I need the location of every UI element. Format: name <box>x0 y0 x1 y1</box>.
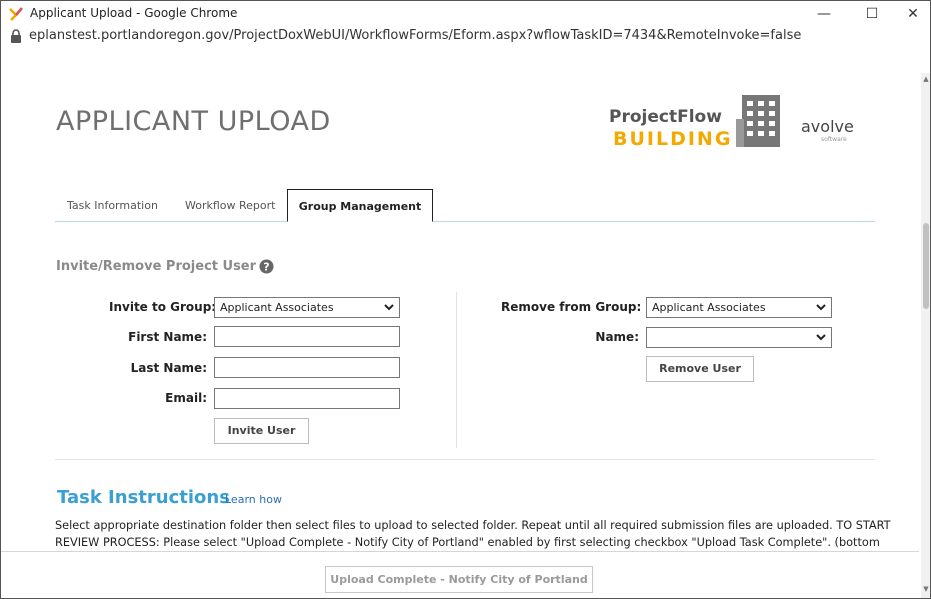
tab-task-information[interactable]: Task Information <box>67 189 158 222</box>
browser-window: Applicant Upload - Google Chrome — ☐ ✕ e… <box>0 0 931 599</box>
title-row: Applicant Upload - Google Chrome — ☐ ✕ <box>1 1 930 25</box>
address-bar[interactable]: eplanstest.portlandoregon.gov/ProjectDox… <box>1 25 930 47</box>
task-instructions-heading: Task Instructions <box>57 487 230 508</box>
first-name-label: First Name: <box>128 330 207 344</box>
avolve-logo: avolve <box>801 117 854 136</box>
section-heading: Invite/Remove Project User <box>56 259 257 274</box>
remove-user-button[interactable]: Remove User <box>646 356 754 382</box>
scroll-thumb[interactable] <box>923 223 929 309</box>
close-button[interactable]: ✕ <box>895 3 930 25</box>
minimize-button[interactable]: — <box>806 3 842 25</box>
help-icon[interactable]: ? <box>259 259 274 274</box>
vertical-scrollbar[interactable]: ▲ ▼ <box>921 73 930 598</box>
footer-bar: Upload Complete - Notify City of Portlan… <box>1 551 919 598</box>
column-divider <box>456 292 457 448</box>
app-icon <box>9 7 23 21</box>
title-bar: Applicant Upload - Google Chrome — ☐ ✕ e… <box>1 1 930 47</box>
svg-text:?: ? <box>263 261 269 274</box>
scroll-down-arrow-icon[interactable]: ▼ <box>921 585 930 595</box>
remove-group-label: Remove from Group: <box>501 300 642 314</box>
building-icon <box>736 95 780 147</box>
name-label: Name: <box>595 330 639 344</box>
window-title: Applicant Upload - Google Chrome <box>30 6 238 20</box>
email-label: Email: <box>165 391 207 405</box>
scroll-up-arrow-icon[interactable]: ▲ <box>921 75 930 85</box>
email-field[interactable] <box>214 388 400 409</box>
invite-group-value: Applicant Associates <box>220 301 334 314</box>
name-select[interactable] <box>646 327 832 348</box>
invite-group-label: Invite to Group: <box>109 300 217 314</box>
invite-group-select[interactable]: Applicant Associates <box>214 297 400 318</box>
section-divider <box>55 459 875 460</box>
first-name-field[interactable] <box>214 326 400 347</box>
last-name-label: Last Name: <box>130 361 207 375</box>
projectflow-logo-text: ProjectFlow <box>609 107 722 127</box>
chevron-down-icon <box>384 304 394 311</box>
invite-user-button[interactable]: Invite User <box>214 418 309 444</box>
learn-how-link[interactable]: Learn how <box>225 493 282 506</box>
chevron-down-icon <box>816 334 826 341</box>
remove-group-select[interactable]: Applicant Associates <box>646 297 832 318</box>
avolve-subtext: software <box>821 136 847 143</box>
tab-bar: Task Information Workflow Report Group M… <box>55 189 875 222</box>
task-instructions-text: Select appropriate destination folder th… <box>55 519 891 549</box>
page-title: APPLICANT UPLOAD <box>56 106 331 137</box>
tab-group-management[interactable]: Group Management <box>287 189 433 222</box>
tab-workflow-report[interactable]: Workflow Report <box>185 189 275 222</box>
last-name-field[interactable] <box>214 357 400 378</box>
remove-group-value: Applicant Associates <box>652 301 766 314</box>
chevron-down-icon <box>816 304 826 311</box>
maximize-button[interactable]: ☐ <box>854 3 890 25</box>
lock-icon <box>11 29 21 43</box>
page-content: APPLICANT UPLOAD ProjectFlow BUILDING av… <box>1 73 919 551</box>
url-text[interactable]: eplanstest.portlandoregon.gov/ProjectDox… <box>29 28 801 43</box>
building-logo-text: BUILDING <box>613 128 733 150</box>
upload-complete-button[interactable]: Upload Complete - Notify City of Portlan… <box>325 566 593 593</box>
